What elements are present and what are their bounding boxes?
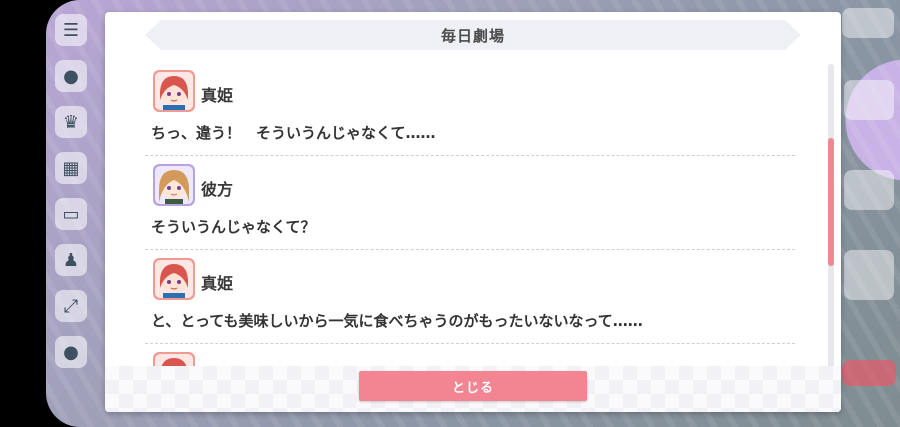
screen-icon[interactable]: ▭: [55, 198, 87, 230]
expand-icon[interactable]: ⤢: [55, 290, 87, 322]
dialogue-line: と、とっても美味しいから一気に食べちゃうのがもったいないなって……: [151, 312, 643, 330]
member-icon[interactable]: ♟: [55, 244, 87, 276]
dialogue-scrollbar[interactable]: [828, 64, 834, 369]
side-banner[interactable]: [844, 170, 894, 210]
profile-icon[interactable]: ●: [55, 336, 87, 368]
theater-dialog: 毎日劇場 真姫 ちっ、違う！ そういうんじゃなくて…… 彼方 そういうんじゃなく…: [105, 12, 841, 412]
chat-icon[interactable]: ●: [55, 60, 87, 92]
menu-icon[interactable]: ☰: [55, 14, 87, 46]
currency-badge[interactable]: [842, 8, 894, 38]
side-banner[interactable]: [844, 80, 894, 120]
gift-icon[interactable]: ▦: [55, 152, 87, 184]
dialog-title: 毎日劇場: [440, 26, 505, 45]
dialog-header: 毎日劇場: [145, 20, 801, 50]
dialogue-entry: 彼方 そういうんじゃなくて？: [145, 156, 795, 250]
dialogue-scroll-area[interactable]: 真姫 ちっ、違う！ そういうんじゃなくて…… 彼方 そういうんじゃなくて？ 真姫…: [145, 62, 795, 366]
side-banner[interactable]: [844, 250, 894, 300]
maki-avatar-icon: [153, 258, 195, 300]
close-button[interactable]: とじる: [359, 371, 587, 401]
dialogue-entry: 真姫 と、とっても美味しいから一気に食べちゃうのがもったいないなって……: [145, 250, 795, 344]
speaker-name: 真姫: [201, 274, 234, 293]
speaker-name: 彼方: [201, 180, 234, 199]
maki-avatar-icon: [153, 352, 195, 366]
speaker-name: 真姫: [201, 86, 234, 105]
event-icon[interactable]: ♛: [55, 106, 87, 138]
right-menu-rail: [838, 0, 900, 427]
dialogue-entry: 真姫 ちっ、違う！ そういうんじゃなくて……: [145, 62, 795, 156]
dialogue-line: ちっ、違う！ そういうんじゃなくて……: [151, 124, 436, 142]
dialog-footer: とじる: [105, 366, 841, 412]
kanata-avatar-icon: [153, 164, 195, 206]
scrollbar-thumb[interactable]: [828, 138, 834, 266]
side-banner[interactable]: [842, 360, 896, 386]
dialogue-line: そういうんじゃなくて？: [151, 218, 316, 236]
left-menu-rail: ☰ ● ♛ ▦ ▭ ♟ ⤢ ●: [50, 0, 92, 427]
dialogue-entry-partial: [145, 344, 795, 366]
maki-avatar-icon: [153, 70, 195, 112]
